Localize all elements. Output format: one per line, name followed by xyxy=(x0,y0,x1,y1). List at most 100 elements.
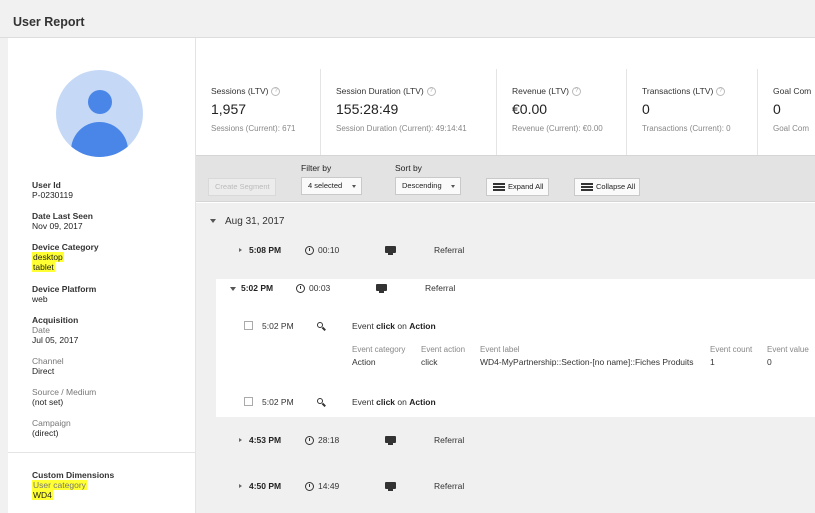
event-action-value: click xyxy=(421,357,438,367)
session-source: Referral xyxy=(425,283,456,293)
report-content: Sessions (LTV)? 1,957 Sessions (Current)… xyxy=(196,38,815,513)
zoom-icon xyxy=(317,398,326,407)
session-row[interactable]: 5:08 PM 00:10 Referral xyxy=(216,245,815,269)
user-category-value: WD4 xyxy=(32,490,53,500)
session-time: 5:08 PM xyxy=(249,245,282,255)
triangle-right-icon xyxy=(239,438,242,442)
metric-sessions: Sessions (LTV)? 1,957 Sessions (Current)… xyxy=(196,69,321,155)
event-title[interactable]: Event click on Action xyxy=(352,321,436,331)
collapse-all-button[interactable]: Collapse All xyxy=(574,178,640,196)
expand-all-button[interactable]: Expand All xyxy=(486,178,549,196)
triangle-right-icon xyxy=(239,248,242,252)
event-time: 5:02 PM xyxy=(262,397,294,407)
activity-timeline: Aug 31, 2017 5:08 PM 00:10 Referral 5:02… xyxy=(196,203,815,513)
filter-label: Filter by xyxy=(301,163,332,173)
session-row[interactable]: 4:50 PM 14:49 Referral xyxy=(216,481,815,505)
metric-value: €0.00 xyxy=(512,101,548,117)
field-device-platform: Device Platform web xyxy=(32,284,96,304)
help-icon[interactable]: ? xyxy=(271,87,281,97)
session-source: Referral xyxy=(434,481,465,491)
session-duration: 28:18 xyxy=(318,435,340,445)
metric-value: 0 xyxy=(773,101,781,117)
desktop-icon xyxy=(385,246,396,255)
user-category-label: User category xyxy=(32,480,87,490)
timeline-toolbar: Create Segment Filter by 4 selected Sort… xyxy=(196,155,815,202)
page-title: User Report xyxy=(13,15,85,29)
collapse-icon xyxy=(581,183,593,192)
metric-goal-completions: Goal Com 0 Goal Com xyxy=(758,69,815,155)
metric-title: Revenue (LTV) xyxy=(512,86,570,96)
session-duration: 00:10 xyxy=(318,245,340,255)
session-duration: 14:49 xyxy=(318,481,340,491)
metric-sub: Session Duration (Current): 49:14:41 xyxy=(336,124,467,133)
field-label: User Id xyxy=(32,180,61,190)
campaign-label: Campaign xyxy=(32,418,71,428)
field-value: web xyxy=(32,294,48,304)
acquisition-label: Acquisition xyxy=(32,315,79,325)
user-sidebar: User Id P-0230119 Date Last Seen Nov 09,… xyxy=(8,38,196,513)
event-label-header: Event label xyxy=(480,345,520,354)
session-row[interactable]: 4:53 PM 28:18 Referral xyxy=(216,435,815,459)
date-group-toggle[interactable]: Aug 31, 2017 xyxy=(210,216,285,227)
triangle-down-icon xyxy=(210,219,216,224)
custom-dimensions-label: Custom Dimensions xyxy=(32,470,115,480)
metric-sub: Goal Com xyxy=(773,124,810,133)
sidebar-divider xyxy=(8,452,196,453)
session-row[interactable]: 5:02 PM 00:03 Referral xyxy=(216,283,815,307)
metric-session-duration: Session Duration (LTV)? 155:28:49 Sessio… xyxy=(321,69,497,155)
field-date-last-seen: Date Last Seen Nov 09, 2017 xyxy=(32,211,93,231)
metric-revenue: Revenue (LTV)? €0.00 Revenue (Current): … xyxy=(497,69,627,155)
event-count-header: Event count xyxy=(710,345,753,354)
field-user-id: User Id P-0230119 xyxy=(32,180,73,200)
help-icon[interactable]: ? xyxy=(572,87,582,97)
metric-sub: Transactions (Current): 0 xyxy=(642,124,731,133)
filter-value: 4 selected xyxy=(308,181,343,190)
field-device-category: Device Category desktop tablet xyxy=(32,242,99,272)
acquisition-date-value: Jul 05, 2017 xyxy=(32,335,79,345)
metric-sub: Sessions (Current): 671 xyxy=(211,124,296,133)
field-label: Device Platform xyxy=(32,284,97,294)
metrics-bar: Sessions (LTV)? 1,957 Sessions (Current)… xyxy=(196,69,815,155)
channel-value: Direct xyxy=(32,366,55,376)
triangle-right-icon xyxy=(239,484,242,488)
metric-value: 0 xyxy=(642,101,650,117)
event-category-value: Action xyxy=(352,357,376,367)
session-card-expanded: 5:02 PM 00:03 Referral 5:02 PM Event cli… xyxy=(216,279,815,417)
field-value: P-0230119 xyxy=(32,190,73,200)
metric-value: 155:28:49 xyxy=(336,101,399,117)
desktop-icon xyxy=(385,436,396,445)
triangle-down-icon xyxy=(230,287,236,291)
help-icon[interactable]: ? xyxy=(716,87,726,97)
field-acquisition: Acquisition Date Jul 05, 2017 Channel Di… xyxy=(32,315,96,438)
field-label: Date Last Seen xyxy=(32,211,93,221)
metric-title: Transactions (LTV) xyxy=(642,86,714,96)
event-label-value: WD4-MyPartnership::Section-[no name]::Fi… xyxy=(480,357,694,367)
sort-value: Descending xyxy=(402,181,442,190)
metric-sub: Revenue (Current): €0.00 xyxy=(512,124,603,133)
create-segment-button[interactable]: Create Segment xyxy=(208,178,276,196)
session-time: 5:02 PM xyxy=(241,283,274,293)
stopwatch-icon xyxy=(305,482,314,492)
help-icon[interactable]: ? xyxy=(426,87,436,97)
chevron-down-icon xyxy=(451,185,455,188)
field-label: Device Category xyxy=(32,242,99,252)
avatar-head-shape xyxy=(88,90,112,114)
chevron-down-icon xyxy=(352,185,356,188)
stopwatch-icon xyxy=(305,246,314,256)
session-time: 4:50 PM xyxy=(249,481,282,491)
event-checkbox[interactable] xyxy=(244,397,253,406)
event-count-value: 1 xyxy=(710,357,715,367)
date-group-label: Aug 31, 2017 xyxy=(225,216,285,227)
event-checkbox[interactable] xyxy=(244,321,253,330)
event-category-header: Event category xyxy=(352,345,406,354)
filter-dropdown[interactable]: 4 selected xyxy=(301,177,362,195)
sort-dropdown[interactable]: Descending xyxy=(395,177,461,195)
metric-title: Sessions (LTV) xyxy=(211,86,269,96)
source-medium-value: (not set) xyxy=(32,397,64,407)
metric-transactions: Transactions (LTV)? 0 Transactions (Curr… xyxy=(627,69,758,155)
event-title[interactable]: Event click on Action xyxy=(352,397,436,407)
device-category-tablet: tablet xyxy=(32,262,55,272)
event-value-header: Event value xyxy=(767,345,809,354)
desktop-icon xyxy=(376,284,387,293)
report-main: User Id P-0230119 Date Last Seen Nov 09,… xyxy=(8,38,815,513)
